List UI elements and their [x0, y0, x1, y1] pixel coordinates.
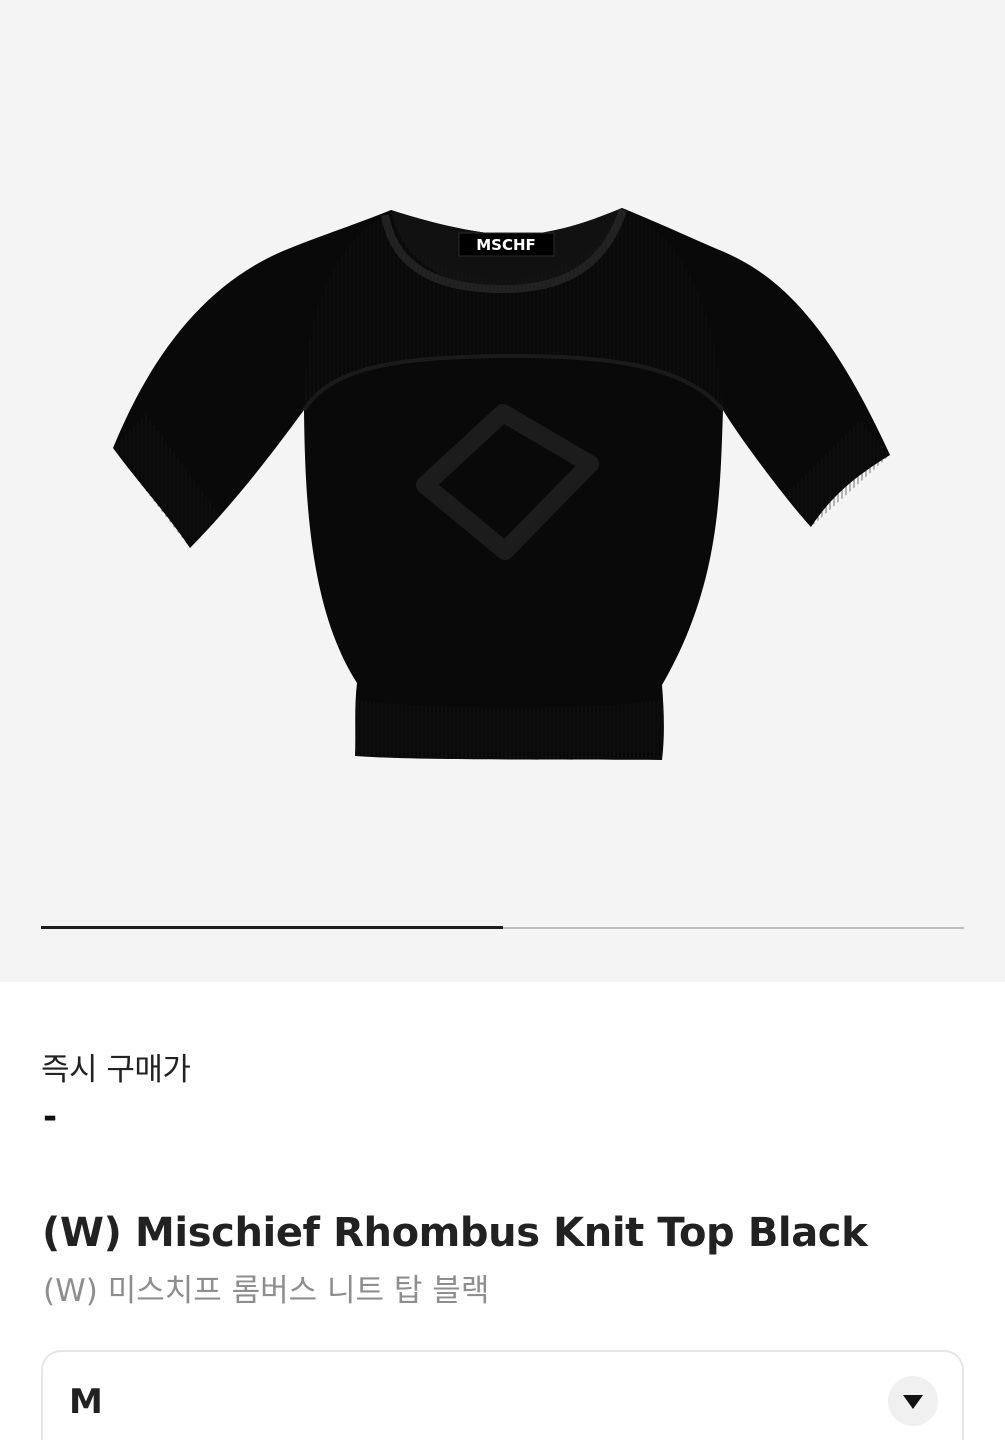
instant-buy-price-label: 즉시 구매가: [41, 1052, 191, 1088]
gallery-progress: [41, 926, 964, 929]
product-image: MSCHF: [113, 208, 890, 760]
product-detail-page: MSCHF 즉시 구매가 - (W) Mischief Rhombus Knit…: [0, 0, 1005, 1440]
product-title-english: (W) Mischief Rhombus Knit Top Black: [42, 1210, 868, 1256]
chevron-down-icon[interactable]: [888, 1376, 938, 1426]
brand-label: MSCHF: [476, 236, 536, 254]
chevron-down-icon-glyph: [903, 1395, 923, 1409]
gallery-progress-fill: [41, 926, 503, 929]
size-select[interactable]: M: [41, 1350, 964, 1440]
product-image-gallery[interactable]: MSCHF: [0, 0, 1005, 982]
product-title-korean: (W) 미스치프 롬버스 니트 탑 블랙: [43, 1273, 490, 1309]
product-info: 즉시 구매가 - (W) Mischief Rhombus Knit Top B…: [0, 982, 1005, 1440]
selected-size: M: [69, 1382, 103, 1422]
instant-buy-price-value: -: [43, 1097, 58, 1137]
